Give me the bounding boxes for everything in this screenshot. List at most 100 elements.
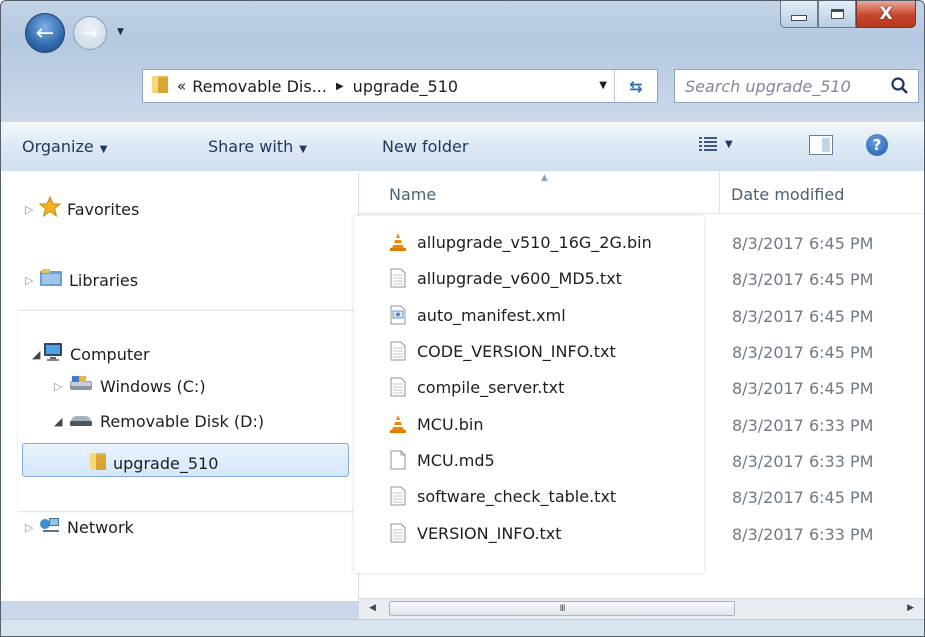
- scroll-right-icon[interactable]: ▶: [907, 603, 914, 613]
- address-bar[interactable]: « Removable Dis... ▶ upgrade_510 ▼ ⇆: [142, 69, 658, 103]
- computer-icon: [42, 342, 64, 366]
- file-name: auto_manifest.xml: [417, 305, 566, 325]
- file-date: 8/3/2017 6:33 PM: [732, 525, 874, 544]
- file-date: 8/3/2017 6:45 PM: [732, 307, 874, 326]
- share-with-button[interactable]: Share with ▼: [208, 137, 307, 156]
- nav-removable-disk-label: Removable Disk (D:): [100, 412, 265, 431]
- scrollbar-thumb[interactable]: III: [389, 601, 735, 616]
- nav-removable-disk[interactable]: ◢ Removable Disk (D:): [54, 412, 264, 431]
- breadcrumb-removable-disk[interactable]: Removable Dis...: [192, 77, 327, 96]
- file-date: 8/3/2017 6:45 PM: [732, 379, 874, 398]
- star-icon: [38, 195, 62, 222]
- column-divider[interactable]: [719, 171, 720, 213]
- text-file-icon: [389, 486, 407, 506]
- text-file-icon: [389, 268, 407, 288]
- text-file-icon: [389, 341, 407, 361]
- nav-libraries-label: Libraries: [69, 270, 139, 290]
- column-headers: ▲ Name Date modified: [359, 171, 924, 214]
- share-with-label: Share with: [208, 137, 294, 156]
- search-placeholder[interactable]: Search upgrade_510: [685, 77, 851, 96]
- nav-computer[interactable]: ◢ Computer: [32, 342, 150, 366]
- file-date: 8/3/2017 6:45 PM: [732, 234, 874, 253]
- expand-arrow-icon[interactable]: ▷: [25, 274, 39, 287]
- file-name: compile_server.txt: [417, 377, 565, 397]
- folder-icon: [89, 450, 107, 476]
- nav-favorites[interactable]: ▷ Favorites: [25, 195, 139, 222]
- status-bar: [1, 619, 924, 636]
- file-name: allupgrade_v600_MD5.txt: [417, 268, 622, 288]
- details-view-icon: [699, 137, 717, 151]
- file-row[interactable]: MCU.bin: [389, 414, 484, 434]
- nav-upgrade-510-selected[interactable]: upgrade_510: [22, 443, 349, 477]
- nav-upgrade-510-label: upgrade_510: [113, 453, 219, 473]
- file-name: MCU.bin: [417, 414, 484, 434]
- expand-arrow-icon[interactable]: ▷: [25, 203, 39, 216]
- nav-windows-drive[interactable]: ▷ Windows (C:): [54, 376, 206, 396]
- nav-network[interactable]: ▷ Network: [25, 516, 134, 538]
- organize-label: Organize: [22, 137, 94, 156]
- file-name: VERSION_INFO.txt: [417, 523, 562, 543]
- blank-file-icon: [389, 450, 407, 470]
- name-column-header[interactable]: Name: [389, 185, 436, 204]
- change-view-button[interactable]: ▼: [699, 136, 733, 152]
- file-list-overlay: allupgrade_v510_16G_2G.bin allupgrade_v6…: [354, 216, 704, 573]
- preview-pane-button[interactable]: [809, 135, 833, 155]
- file-row[interactable]: allupgrade_v510_16G_2G.bin: [389, 232, 652, 252]
- file-name: allupgrade_v510_16G_2G.bin: [417, 232, 652, 252]
- maximize-button[interactable]: [818, 1, 856, 28]
- command-bar: Organize ▼ Share with ▼ New folder ▼ ?: [1, 122, 924, 172]
- network-icon: [39, 516, 61, 538]
- breadcrumb-overflow[interactable]: «: [177, 77, 186, 95]
- nav-network-label: Network: [67, 517, 134, 537]
- caption-buttons: X: [780, 1, 916, 28]
- libraries-icon: [39, 268, 63, 292]
- forward-button[interactable]: →: [73, 16, 107, 50]
- organize-dropdown-icon: ▼: [99, 144, 108, 155]
- help-button[interactable]: ?: [866, 134, 888, 156]
- organize-button[interactable]: Organize ▼: [22, 137, 107, 156]
- xml-file-icon: [389, 305, 407, 325]
- close-icon: X: [879, 4, 893, 24]
- close-button[interactable]: X: [856, 1, 916, 28]
- help-icon: ?: [872, 136, 882, 154]
- file-date: 8/3/2017 6:33 PM: [732, 452, 874, 471]
- collapse-arrow-icon[interactable]: ◢: [54, 415, 68, 428]
- file-row[interactable]: MCU.md5: [389, 450, 495, 470]
- breadcrumb-separator-icon[interactable]: ▶: [336, 81, 344, 92]
- search-box[interactable]: Search upgrade_510: [674, 69, 919, 103]
- file-row[interactable]: CODE_VERSION_INFO.txt: [389, 341, 616, 361]
- file-row[interactable]: allupgrade_v600_MD5.txt: [389, 268, 622, 288]
- file-row[interactable]: compile_server.txt: [389, 377, 564, 397]
- sort-ascending-icon: ▲: [541, 173, 548, 183]
- nav-computer-label: Computer: [70, 344, 150, 364]
- nav-upgrade-510[interactable]: upgrade_510: [89, 450, 218, 476]
- horizontal-scrollbar[interactable]: ◀ III ▶: [359, 598, 924, 619]
- new-folder-button[interactable]: New folder: [382, 137, 468, 156]
- breadcrumb-upgrade-510[interactable]: upgrade_510: [353, 77, 458, 96]
- recent-pages-dropdown[interactable]: ▼: [117, 27, 124, 37]
- text-file-icon: [389, 523, 407, 543]
- address-dropdown-icon[interactable]: ▼: [599, 80, 607, 91]
- refresh-button[interactable]: ⇆: [614, 70, 657, 102]
- nav-libraries[interactable]: ▷ Libraries: [25, 268, 138, 292]
- vlc-cone-icon: [389, 232, 407, 252]
- minimize-icon: [791, 15, 807, 21]
- file-name: software_check_table.txt: [417, 486, 617, 506]
- expand-arrow-icon[interactable]: ▷: [25, 521, 39, 534]
- scroll-left-icon[interactable]: ◀: [369, 603, 376, 613]
- search-icon[interactable]: [890, 76, 910, 100]
- text-file-icon: [389, 377, 407, 397]
- file-row[interactable]: auto_manifest.xml: [389, 305, 566, 325]
- file-date: 8/3/2017 6:45 PM: [732, 488, 874, 507]
- removable-disk-icon: [68, 412, 94, 431]
- nav-windows-drive-label: Windows (C:): [100, 376, 206, 396]
- hard-drive-icon: [68, 376, 94, 396]
- date-modified-column-header[interactable]: Date modified: [731, 185, 844, 204]
- maximize-icon: [830, 9, 844, 19]
- back-button[interactable]: ←: [25, 13, 65, 53]
- expand-arrow-icon[interactable]: ▷: [54, 380, 68, 393]
- collapse-arrow-icon[interactable]: ◢: [32, 348, 42, 361]
- minimize-button[interactable]: [780, 1, 818, 28]
- file-row[interactable]: software_check_table.txt: [389, 486, 616, 506]
- file-row[interactable]: VERSION_INFO.txt: [389, 523, 562, 543]
